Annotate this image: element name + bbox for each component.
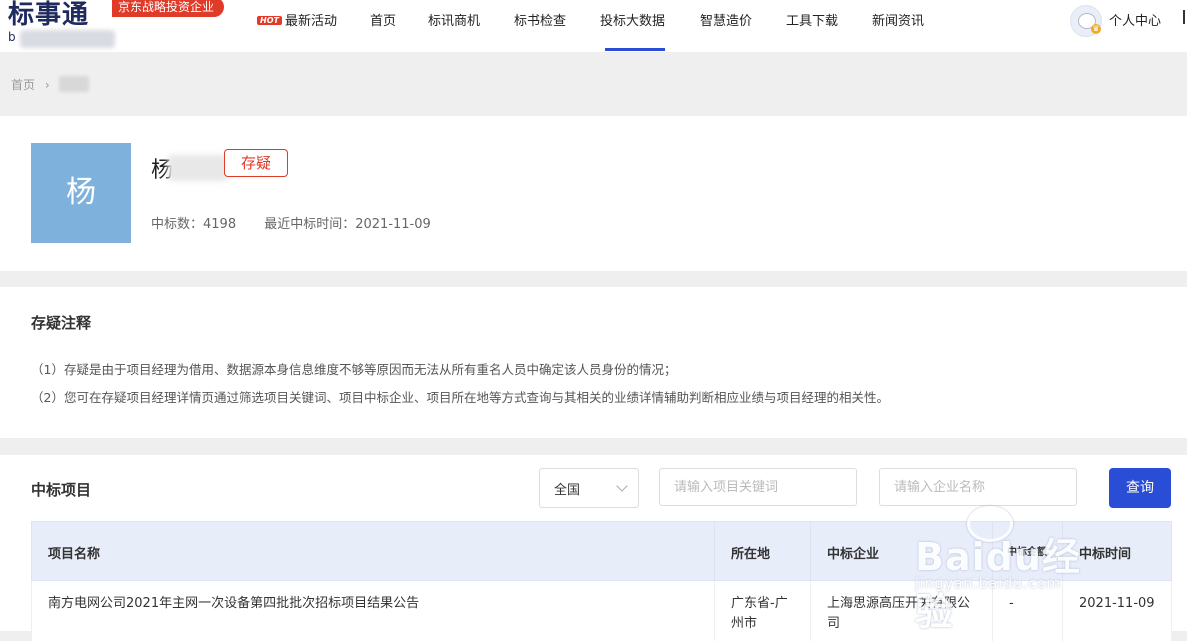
table-header: 项目名称 所在地 中标企业 中标金额 中标时间 bbox=[31, 521, 1173, 582]
nav-item-bid-check[interactable]: 标书检查 bbox=[514, 10, 566, 29]
cell-date: 2021-11-09 bbox=[1062, 581, 1173, 641]
column-header-amount[interactable]: 中标金额 bbox=[992, 522, 1062, 582]
active-tab-indicator bbox=[605, 48, 665, 51]
hot-badge: HOT bbox=[257, 16, 282, 25]
logo-text: 标事通 bbox=[8, 0, 90, 30]
notes-title: 存疑注释 bbox=[31, 314, 92, 332]
cell-amount: - bbox=[992, 581, 1062, 641]
company-input[interactable] bbox=[879, 468, 1077, 506]
top-navbar: 标事通 b 京东战略投资企业 HOT 最新活动 首页 标讯商机 标书检查 投标大数… bbox=[0, 0, 1187, 52]
region-select-value: 全国 bbox=[554, 483, 581, 498]
person-avatar: 杨 bbox=[31, 143, 131, 243]
notes-panel: 存疑注释 （1）存疑是由于项目经理为借用、数据源本身信息维度不够等原因而无法从所… bbox=[0, 287, 1187, 438]
projects-title: 中标项目 bbox=[31, 481, 92, 499]
last-award-time: 最近中标时间：2021-11-09 bbox=[264, 217, 431, 232]
nav-item-label: 最新活动 bbox=[284, 14, 337, 29]
site-logo[interactable]: 标事通 b 京东战略投资企业 bbox=[8, 0, 228, 50]
person-name-blurred bbox=[168, 155, 228, 181]
logo-badge: 京东战略投资企业 bbox=[112, 0, 225, 17]
logo-sub: b bbox=[8, 30, 16, 44]
profile-panel: 杨 杨 存疑 中标数：4198 最近中标时间：2021-11-09 bbox=[0, 116, 1187, 271]
nav-item-bid-opportunities[interactable]: 标讯商机 bbox=[428, 10, 480, 29]
keyword-input[interactable] bbox=[659, 468, 857, 506]
chevron-down-icon bbox=[616, 480, 628, 492]
logo-blurred-subtitle bbox=[20, 30, 115, 48]
column-header-date[interactable]: 中标时间 bbox=[1062, 522, 1173, 582]
region-select[interactable]: 全国 bbox=[539, 468, 639, 508]
breadcrumb-home[interactable]: 首页 bbox=[11, 78, 35, 92]
column-header-project-name[interactable]: 项目名称 bbox=[32, 522, 714, 582]
cell-project-name[interactable]: 南方电网公司2021年主网一次设备第四批批次招标项目结果公告 bbox=[32, 581, 714, 641]
cell-location: 广东省-广州市 bbox=[714, 581, 810, 641]
nav-item-news[interactable]: 新闻资讯 bbox=[872, 10, 924, 29]
user-avatar[interactable]: ♛ bbox=[1070, 5, 1102, 37]
nav-item-bid-big-data[interactable]: 投标大数据 bbox=[600, 10, 665, 29]
nav-divider bbox=[1183, 10, 1185, 24]
table-row[interactable]: 南方电网公司2021年主网一次设备第四批批次招标项目结果公告 广东省-广州市 上… bbox=[31, 581, 1172, 641]
nav-item-home[interactable]: 首页 bbox=[370, 10, 396, 29]
breadcrumb-current-blurred bbox=[59, 76, 90, 92]
breadcrumb: 首页 › bbox=[11, 76, 90, 93]
nav-item-tool-download[interactable]: 工具下载 bbox=[786, 10, 838, 29]
query-button[interactable]: 查询 bbox=[1109, 468, 1171, 508]
profile-stats: 中标数：4198 最近中标时间：2021-11-09 bbox=[151, 213, 455, 232]
note-line: （1）存疑是由于项目经理为借用、数据源本身信息维度不够等原因而无法从所有重名人员… bbox=[31, 362, 677, 377]
column-header-company[interactable]: 中标企业 bbox=[810, 522, 992, 582]
personal-center-link[interactable]: 个人中心 bbox=[1109, 10, 1161, 29]
cell-company[interactable]: 上海思源高压开关有限公司 bbox=[810, 581, 992, 641]
award-count: 中标数：4198 bbox=[151, 217, 237, 232]
projects-panel: 中标项目 全国 查询 项目名称 所在地 中标企业 中标金额 中标时间 南方电网公… bbox=[0, 455, 1187, 641]
breadcrumb-separator-icon: › bbox=[44, 78, 50, 92]
nav-item-latest-activity[interactable]: HOT 最新活动 bbox=[257, 10, 337, 29]
note-line: （2）您可在存疑项目经理详情页通过筛选项目关键词、项目中标企业、项目所在地等方式… bbox=[31, 390, 889, 405]
status-badge: 存疑 bbox=[224, 149, 288, 177]
column-header-location[interactable]: 所在地 bbox=[714, 522, 810, 582]
nav-item-smart-costing[interactable]: 智慧造价 bbox=[700, 10, 752, 29]
vip-crown-icon: ♛ bbox=[1091, 24, 1101, 34]
